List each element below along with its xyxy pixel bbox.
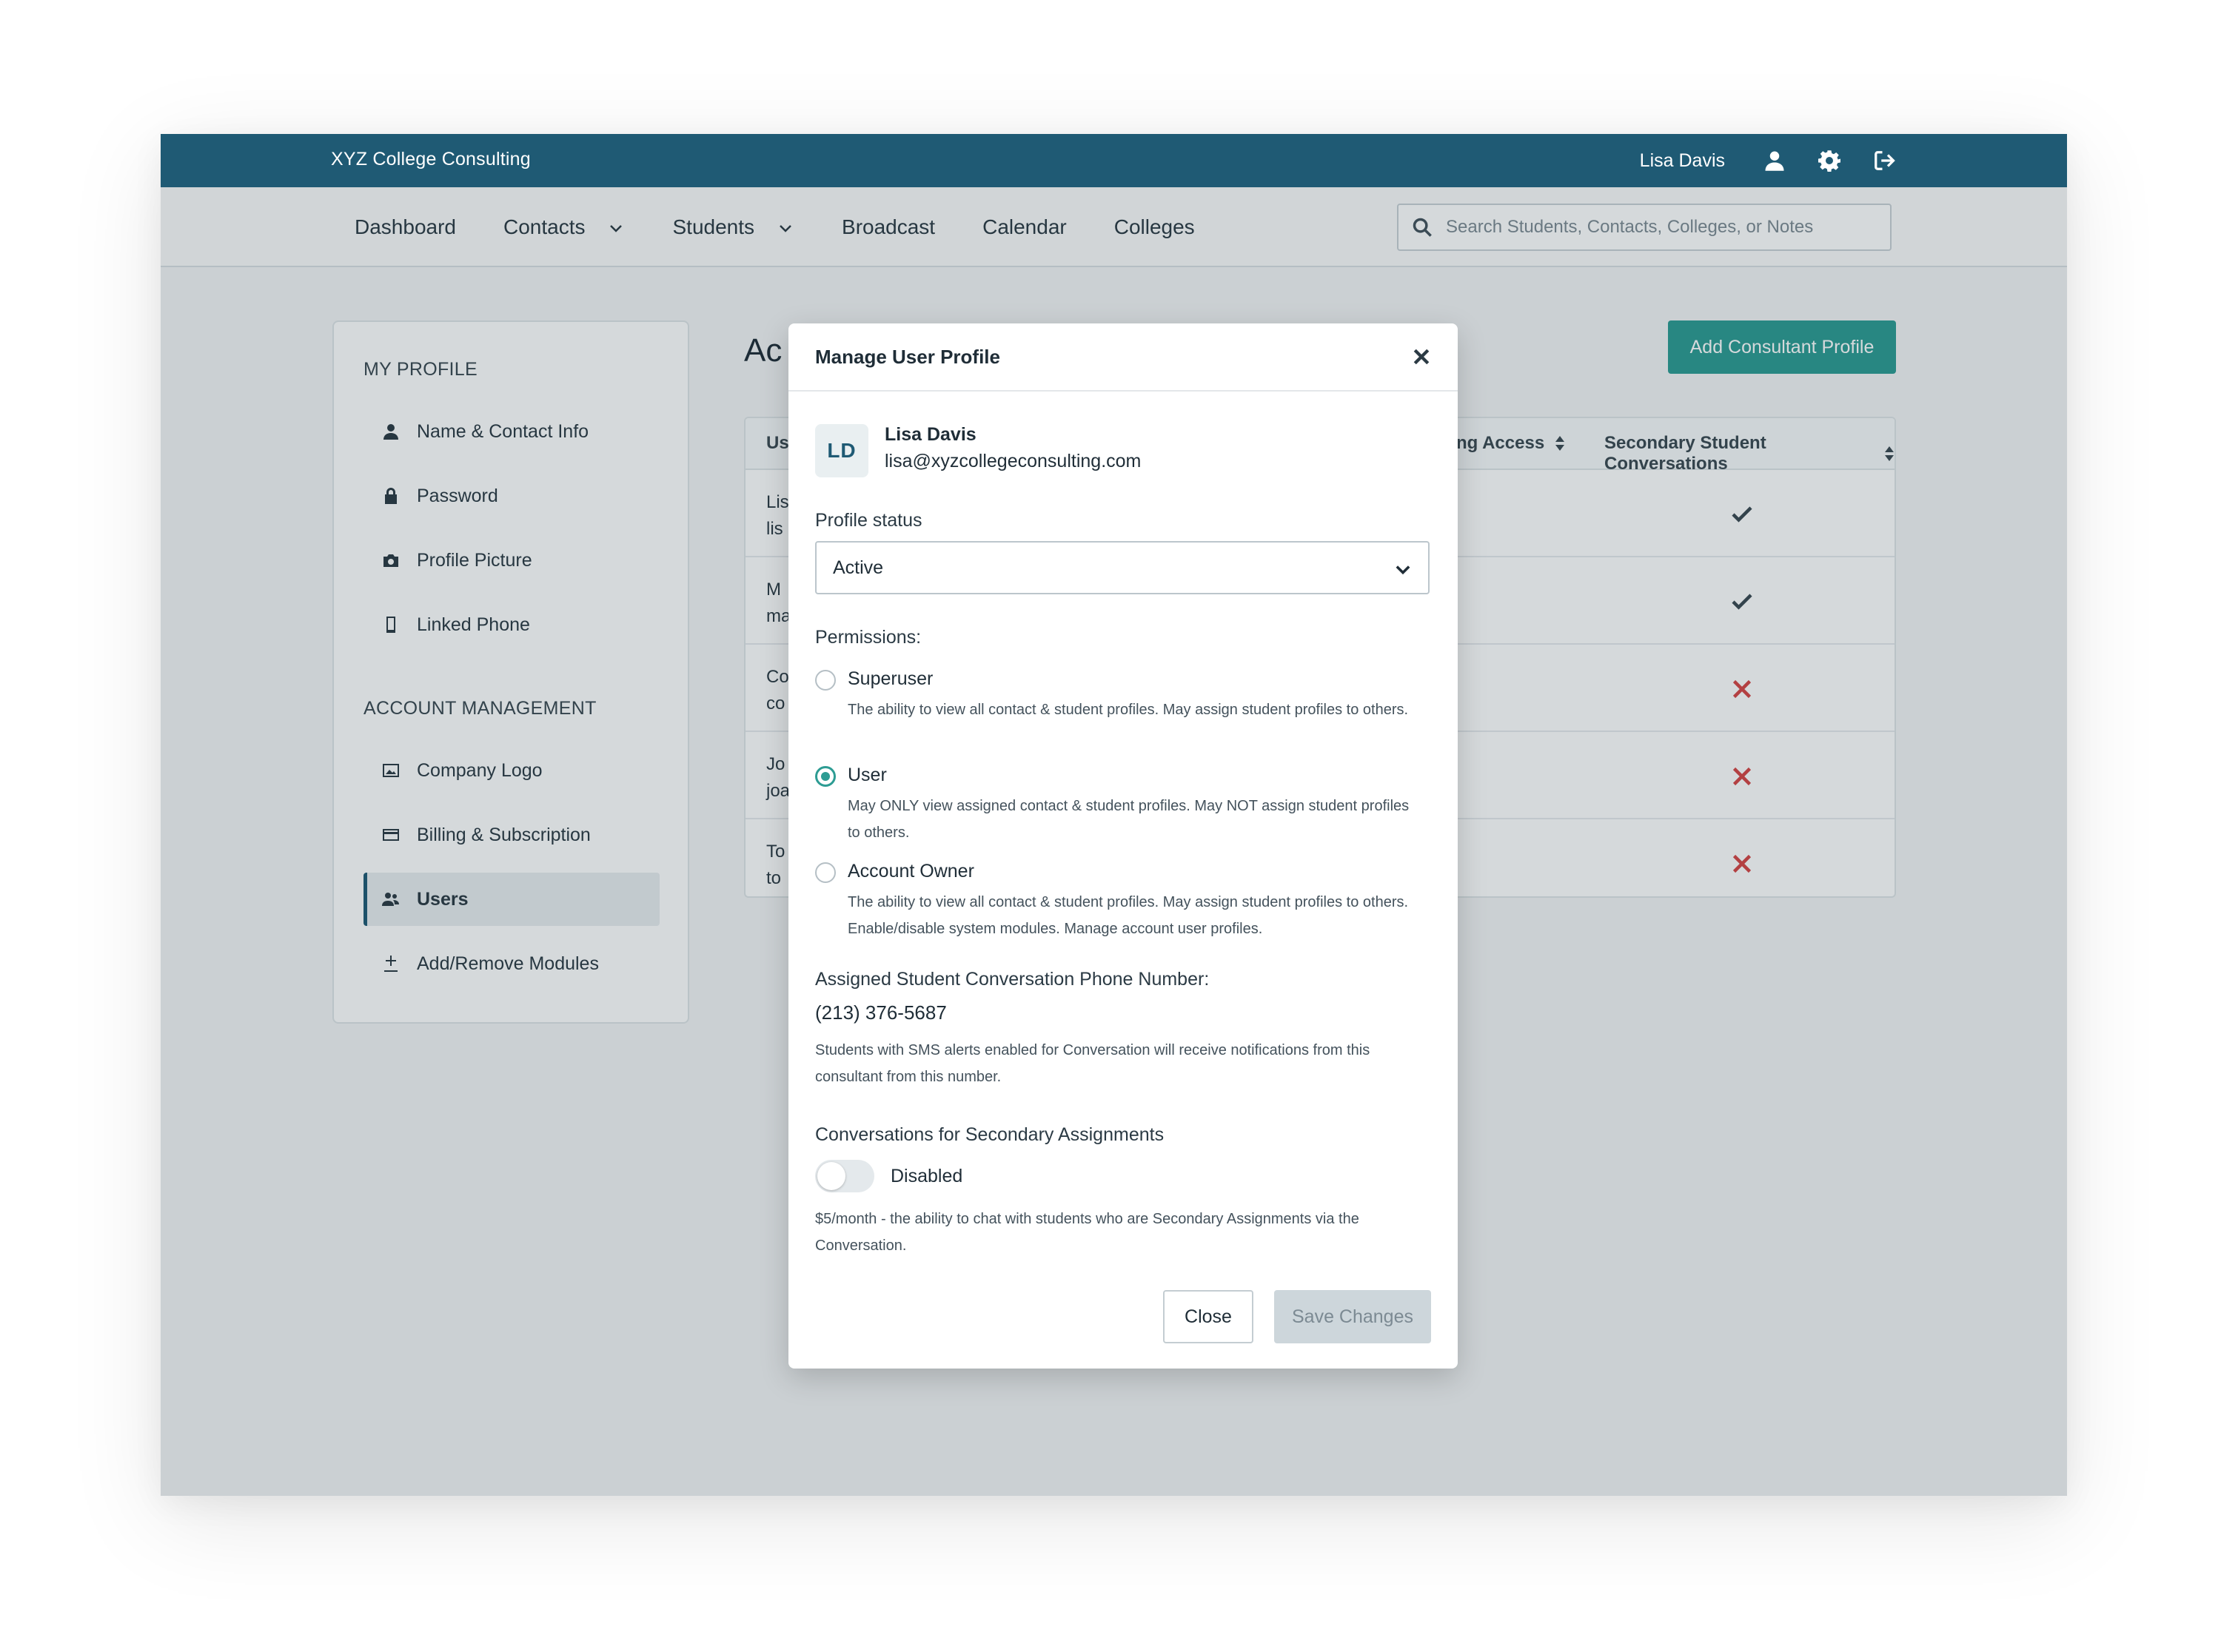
modal-user-email: lisa@xyzcollegeconsulting.com <box>885 451 1142 471</box>
gear-icon[interactable] <box>1817 148 1842 173</box>
top-bar: XYZ College Consulting Lisa Davis <box>161 134 2067 187</box>
close-button[interactable]: Close <box>1163 1290 1253 1343</box>
phone-value: (213) 376-5687 <box>815 1001 947 1024</box>
permission-title: Account Owner <box>848 861 974 882</box>
top-right-controls: Lisa Davis <box>1640 134 1897 187</box>
profile-status-select[interactable]: Active <box>815 541 1430 594</box>
avatar: LD <box>815 424 868 477</box>
permission-description: The ability to view all contact & studen… <box>848 702 1409 718</box>
profile-status-value: Active <box>833 557 884 578</box>
superuser-radio[interactable] <box>815 670 836 691</box>
permissions-label: Permissions: <box>815 627 922 648</box>
secondary-note: $5/month - the ability to chat with stud… <box>815 1211 1359 1254</box>
manage-user-profile-modal: Manage User Profile LD Lisa Davis lisa@x… <box>788 323 1458 1369</box>
user-radio[interactable] <box>815 766 836 787</box>
modal-user-name: Lisa Davis <box>885 424 976 445</box>
user-icon[interactable] <box>1762 148 1787 173</box>
permission-description: May ONLY view assigned contact & student… <box>848 798 1410 841</box>
modal-backdrop-nav[interactable] <box>161 187 2067 267</box>
save-changes-button[interactable]: Save Changes <box>1274 1290 1431 1343</box>
permission-title: User <box>848 765 887 785</box>
profile-status-label: Profile status <box>815 510 922 531</box>
account-owner-radio[interactable] <box>815 862 836 883</box>
brand-name: XYZ College Consulting <box>331 149 531 169</box>
modal-header: Manage User Profile <box>788 323 1458 392</box>
phone-label: Assigned Student Conversation Phone Numb… <box>815 969 1210 990</box>
secondary-assignments-label: Conversations for Secondary Assignments <box>815 1124 1165 1145</box>
current-user-name: Lisa Davis <box>1639 150 1725 171</box>
toggle-state-label: Disabled <box>891 1166 963 1186</box>
modal-title: Manage User Profile <box>815 346 1000 368</box>
chevron-down-icon <box>1393 559 1413 580</box>
permission-title: Superuser <box>848 668 934 689</box>
permission-description: The ability to view all contact & studen… <box>848 894 1409 937</box>
close-icon[interactable] <box>1410 346 1433 368</box>
secondary-conversations-toggle[interactable] <box>815 1160 874 1192</box>
logout-icon[interactable] <box>1872 148 1897 173</box>
app-window: XYZ College Consulting Lisa Davis Dashbo… <box>161 134 2067 1496</box>
phone-note: Students with SMS alerts enabled for Con… <box>815 1042 1370 1085</box>
